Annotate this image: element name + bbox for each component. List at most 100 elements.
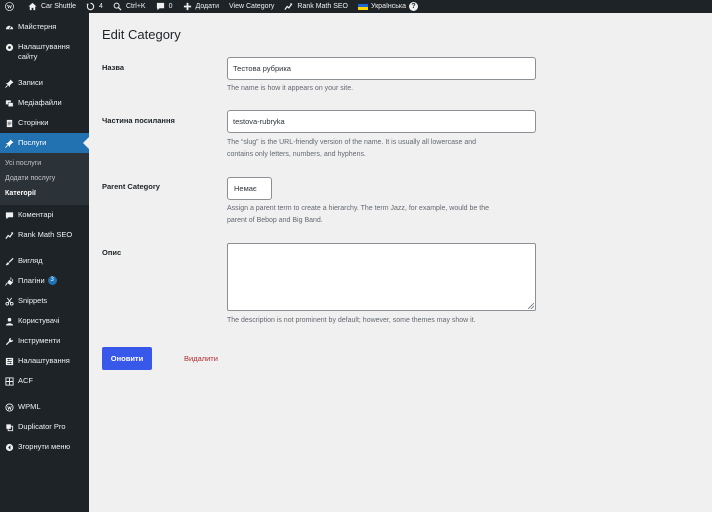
dashboard-icon [4, 22, 14, 32]
plugin-icon [4, 276, 14, 286]
help-icon[interactable]: ? [409, 2, 419, 11]
duplicator-icon [4, 422, 14, 432]
view-category-label: View Category [229, 3, 275, 10]
wordpress-logo[interactable]: W [0, 0, 23, 13]
updates-link[interactable]: 4 [81, 0, 108, 13]
sidebar-item-site-settings[interactable]: Налаштування сайту [0, 37, 89, 67]
ukraine-flag-icon [357, 3, 368, 10]
rankmath-icon [4, 230, 14, 240]
sidebar-item-dashboard[interactable]: Майстерня [0, 17, 89, 37]
sidebar-item-appearance[interactable]: Вигляд [0, 251, 89, 271]
sidebar-item-plugins[interactable]: Плагіни 3 [0, 271, 89, 291]
sidebar-item-label: Вигляд [18, 256, 43, 265]
sidebar-item-label: Майстерня [18, 22, 57, 31]
sidebar-item-label: Згорнути меню [18, 442, 71, 451]
rank-math-link[interactable]: Rank Math SEO [279, 0, 353, 13]
site-name-link[interactable]: Car Shuttle [23, 0, 81, 13]
submenu-add-service[interactable]: Додати послугу [0, 171, 89, 186]
sidebar-item-label: Налаштування сайту [18, 42, 70, 61]
name-input-value: Тестова рубрика [233, 64, 291, 73]
sidebar-item-users[interactable]: Користувачі [0, 311, 89, 331]
view-category-link[interactable]: View Category [224, 0, 279, 13]
sidebar-item-label: Користувачі [18, 316, 60, 325]
services-submenu: Усі послуги Додати послугу Категорії [0, 153, 89, 205]
description-help: The description is not prominent by defa… [227, 317, 476, 324]
parent-select-value: Немає [234, 184, 257, 193]
sidebar-item-label: Налаштування [18, 356, 70, 365]
sidebar-item-rank-math[interactable]: Rank Math SEO [0, 225, 89, 245]
submenu-categories[interactable]: Категорії [0, 186, 89, 201]
sidebar-item-pages[interactable]: Сторінки [0, 113, 89, 133]
sidebar-item-label: Записи [18, 78, 43, 87]
update-button[interactable]: Оновити [102, 347, 152, 370]
comments-count: 0 [168, 3, 173, 10]
command-palette-link[interactable]: Ctrl+K [108, 0, 151, 13]
sidebar-item-media[interactable]: Медіафайли [0, 93, 89, 113]
language-label: Українська [370, 3, 407, 10]
sidebar-item-label: Коментарі [18, 210, 54, 219]
collapse-icon [4, 442, 14, 452]
description-label: Опис [102, 248, 122, 257]
sidebar-item-posts[interactable]: Записи [0, 73, 89, 93]
submenu-all-services[interactable]: Усі послуги [0, 156, 89, 171]
page-title: Edit Category [102, 27, 181, 42]
parent-select[interactable]: Немає [227, 177, 272, 200]
rankmath-icon [284, 2, 293, 11]
language-switcher[interactable]: Українська ? [353, 0, 423, 13]
updates-count: 4 [99, 3, 103, 10]
sidebar-item-snippets[interactable]: Snippets [0, 291, 89, 311]
sidebar-item-acf[interactable]: ACF [0, 371, 89, 391]
pin-icon [4, 78, 14, 88]
wordpress-icon: W [5, 2, 14, 11]
sidebar-item-label: Медіафайли [18, 98, 62, 107]
parent-label: Parent Category [102, 182, 160, 191]
sidebar-item-label: ACF [18, 376, 33, 385]
slug-input[interactable]: testova-rubryka [227, 110, 536, 133]
pin-icon [4, 138, 14, 148]
comment-icon [156, 2, 165, 11]
comment-icon [4, 210, 14, 220]
media-icon [4, 98, 14, 108]
sidebar-item-label: Snippets [18, 296, 48, 305]
shortcut-label: Ctrl+K [125, 3, 146, 10]
sidebar-item-label: Плагіни [18, 276, 45, 285]
slug-description-1: The “slug” is the URL-friendly version o… [227, 139, 476, 146]
rank-math-label: Rank Math SEO [297, 3, 348, 10]
site-name: Car Shuttle [41, 3, 77, 10]
new-content-link[interactable]: Додати [178, 0, 225, 13]
sidebar-item-duplicator[interactable]: Duplicator Pro [0, 417, 89, 437]
sidebar-collapse-menu[interactable]: Згорнути меню [0, 437, 89, 457]
parent-description-1: Assign a parent term to create a hierarc… [227, 205, 489, 212]
brush-icon [4, 256, 14, 266]
page-icon [4, 118, 14, 128]
wpml-icon [4, 402, 14, 412]
plugins-update-badge: 3 [47, 276, 57, 285]
name-input[interactable]: Тестова рубрика [227, 57, 536, 80]
sidebar-item-comments[interactable]: Коментарі [0, 205, 89, 225]
updates-icon [86, 2, 95, 11]
scissors-icon [4, 296, 14, 306]
slug-input-value: testova-rubryka [233, 117, 285, 126]
comments-link[interactable]: 0 [151, 0, 178, 13]
resize-handle-icon[interactable] [528, 303, 534, 309]
settings-circle-icon [4, 42, 14, 52]
sliders-icon [4, 356, 14, 366]
sidebar-item-label: WPML [18, 402, 41, 411]
delete-link[interactable]: Видалити [184, 354, 218, 363]
wrench-icon [4, 336, 14, 346]
add-new-label: Додати [195, 3, 220, 10]
sidebar-item-tools[interactable]: Інструменти [0, 331, 89, 351]
sidebar-item-settings[interactable]: Налаштування [0, 351, 89, 371]
user-icon [4, 316, 14, 326]
admin-sidebar: Майстерня Налаштування сайту Записи Меді… [0, 13, 89, 512]
sidebar-item-label: Сторінки [18, 118, 49, 127]
parent-description-2: parent of Bebop and Big Band. [227, 217, 323, 224]
sidebar-item-wpml[interactable]: WPML [0, 397, 89, 417]
admin-bar: W Car Shuttle 4 Ctrl+K 0 Додати View Cat… [0, 0, 712, 13]
sidebar-item-services[interactable]: Послуги [0, 133, 89, 153]
sidebar-item-label: Rank Math SEO [18, 230, 73, 239]
slug-label: Частина посилання [102, 116, 175, 125]
svg-text:W: W [7, 5, 13, 11]
description-textarea[interactable] [227, 243, 536, 311]
name-description: The name is how it appears on your site. [227, 85, 354, 92]
